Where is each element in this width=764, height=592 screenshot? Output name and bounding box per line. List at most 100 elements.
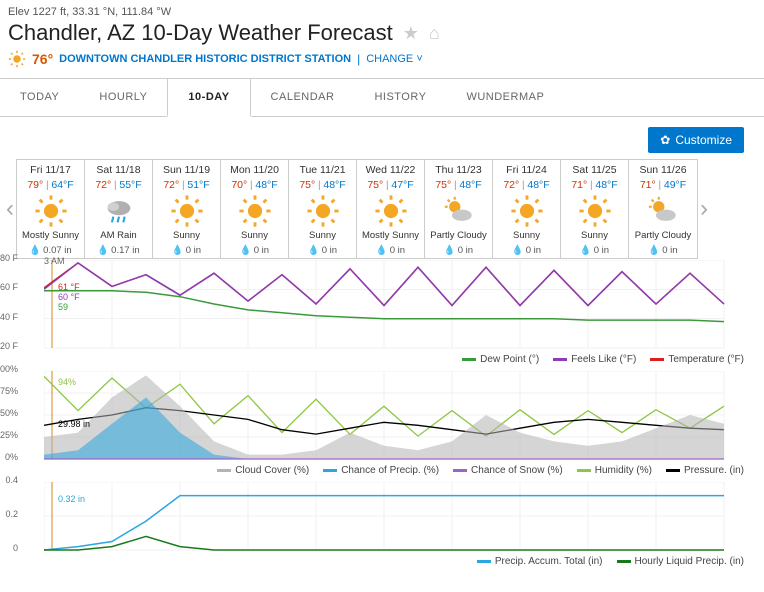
day-temps: 72° | 51°F: [155, 179, 218, 191]
weather-icon: [155, 193, 218, 229]
station-link[interactable]: DOWNTOWN CHANDLER HISTORIC DISTRICT STAT…: [59, 53, 351, 65]
weather-icon: [563, 193, 626, 229]
day-date: Sat 11/18: [87, 164, 150, 176]
forecast-day[interactable]: Sun 11/1972° | 51°FSunny💧 0 in: [153, 160, 221, 258]
current-temp: 76°: [32, 51, 53, 67]
weather-icon: [87, 193, 150, 229]
favorite-star-icon[interactable]: ★: [403, 23, 419, 44]
day-temps: 75° | 48°F: [291, 179, 354, 191]
forecast-day[interactable]: Sat 11/18 72° | 55°F AM Rain 💧 0.17 in: [85, 160, 153, 258]
day-precip: 💧 0 in: [427, 245, 490, 256]
raindrop-icon: 💧: [29, 245, 41, 256]
raindrop-icon: 💧: [172, 245, 184, 256]
raindrop-icon: 💧: [240, 245, 252, 256]
day-temps: 72° | 55°F: [87, 179, 150, 191]
day-temps: 71° | 49°F: [631, 179, 695, 191]
legend-item: Temperature (°F): [650, 354, 744, 365]
day-condition: Partly Cloudy: [427, 231, 490, 243]
next-chevron-icon[interactable]: ›: [698, 195, 710, 223]
raindrop-icon: 💧: [648, 245, 660, 256]
day-precip: 💧 0 in: [631, 245, 695, 256]
weather-icon: [495, 193, 558, 229]
tab-calendar[interactable]: CALENDAR: [251, 79, 355, 116]
humidity-chart: 94% 29.98 in: [44, 371, 740, 463]
chevron-down-icon: ˅: [416, 53, 422, 65]
forecast-day[interactable]: Wed 11/22 75° | 47°F Mostly Sunny 💧 0 in: [357, 160, 425, 258]
day-precip: 💧 0.17 in: [87, 245, 150, 256]
day-precip: 💧 0 in: [155, 245, 218, 256]
svg-text:59: 59: [58, 302, 68, 312]
day-temps: 72° | 48°F: [495, 179, 558, 191]
forecast-day[interactable]: Tue 11/2175° | 48°FSunny💧 0 in: [289, 160, 357, 258]
forecast-days: Fri 11/17 79° | 64°F Mostly Sunny 💧 0.07 in…: [16, 159, 698, 259]
svg-text:60 °F: 60 °F: [58, 292, 80, 302]
change-link[interactable]: CHANGE ˅: [366, 53, 423, 65]
day-condition: AM Rain: [87, 231, 150, 243]
day-condition: Mostly Sunny: [19, 231, 82, 243]
raindrop-icon: 💧: [308, 245, 320, 256]
day-temps: 79° | 64°F: [19, 179, 82, 191]
legend-item: Feels Like (°F): [553, 354, 636, 365]
raindrop-icon: 💧: [444, 245, 456, 256]
day-condition: Sunny: [563, 231, 626, 243]
day-precip: 💧 0 in: [359, 245, 422, 256]
forecast-day[interactable]: Mon 11/20 70° | 48°F Sunny 💧 0 in: [221, 160, 289, 258]
day-date: Fri 11/24: [495, 164, 558, 176]
day-precip: 💧 0 in: [563, 245, 626, 256]
day-date: Sun 11/19: [155, 164, 218, 176]
tab-10-day[interactable]: 10-DAY: [167, 79, 250, 117]
forecast-day[interactable]: Fri 11/24 72° | 48°F Sunny 💧 0 in: [493, 160, 561, 258]
forecast-day[interactable]: Sat 11/2571° | 48°FSunny💧 0 in: [561, 160, 629, 258]
weather-icon: [19, 193, 82, 229]
customize-button[interactable]: ✿ Customize: [648, 127, 744, 153]
precip-chart: 0.32 in: [44, 482, 740, 554]
weather-icon: [359, 193, 422, 229]
page-title: Chandler, AZ 10-Day Weather Forecast: [8, 20, 393, 46]
day-condition: Mostly Sunny: [359, 231, 422, 243]
day-condition: Sunny: [291, 231, 354, 243]
raindrop-icon: 💧: [97, 245, 109, 256]
legend-item: Chance of Precip. (%): [323, 465, 439, 476]
tab-history[interactable]: HISTORY: [354, 79, 446, 116]
day-date: Thu 11/23: [427, 164, 490, 176]
forecast-day[interactable]: Thu 11/23 75° | 48°F Partly Cloudy 💧 0 in: [425, 160, 493, 258]
day-condition: Sunny: [495, 231, 558, 243]
raindrop-icon: 💧: [580, 245, 592, 256]
tab-wundermap[interactable]: WUNDERMAP: [446, 79, 564, 116]
forecast-day[interactable]: Fri 11/17 79° | 64°F Mostly Sunny 💧 0.07 in: [17, 160, 85, 258]
raindrop-icon: 💧: [376, 245, 388, 256]
day-date: Wed 11/22: [359, 164, 422, 176]
legend-item: Pressure. (in): [666, 465, 744, 476]
weather-icon: [427, 193, 490, 229]
day-date: Sat 11/25: [563, 164, 626, 176]
day-precip: 💧 0.07 in: [19, 245, 82, 256]
weather-icon: [223, 193, 286, 229]
svg-text:94%: 94%: [58, 377, 76, 387]
day-date: Sun 11/26: [631, 164, 695, 176]
tab-hourly[interactable]: HOURLY: [79, 79, 167, 116]
day-precip: 💧 0 in: [223, 245, 286, 256]
forecast-day[interactable]: Sun 11/26 71° | 49°F Partly Cloudy 💧 0 in: [629, 160, 697, 258]
tab-today[interactable]: TODAY: [0, 79, 79, 116]
prev-chevron-icon[interactable]: ‹: [4, 195, 16, 223]
svg-text:29.98 in: 29.98 in: [58, 419, 90, 429]
day-date: Mon 11/20: [223, 164, 286, 176]
day-temps: 75° | 47°F: [359, 179, 422, 191]
day-precip: 💧 0 in: [495, 245, 558, 256]
legend-item: Hourly Liquid Precip. (in): [617, 556, 745, 567]
home-icon[interactable]: ⌂: [429, 23, 440, 44]
day-date: Fri 11/17: [19, 164, 82, 176]
day-condition: Partly Cloudy: [631, 231, 695, 243]
weather-icon: [291, 193, 354, 229]
elevation-text: Elev 1227 ft, 33.31 °N, 111.84 °W: [8, 6, 756, 18]
weather-icon: [631, 193, 695, 229]
day-temps: 70° | 48°F: [223, 179, 286, 191]
gear-icon: ✿: [660, 133, 670, 147]
svg-text:0.32 in: 0.32 in: [58, 494, 85, 504]
sun-icon: [8, 50, 26, 68]
legend-item: Cloud Cover (%): [217, 465, 309, 476]
legend-item: Humidity (%): [577, 465, 652, 476]
legend-item: Dew Point (°): [462, 354, 539, 365]
day-temps: 75° | 48°F: [427, 179, 490, 191]
day-condition: Sunny: [223, 231, 286, 243]
